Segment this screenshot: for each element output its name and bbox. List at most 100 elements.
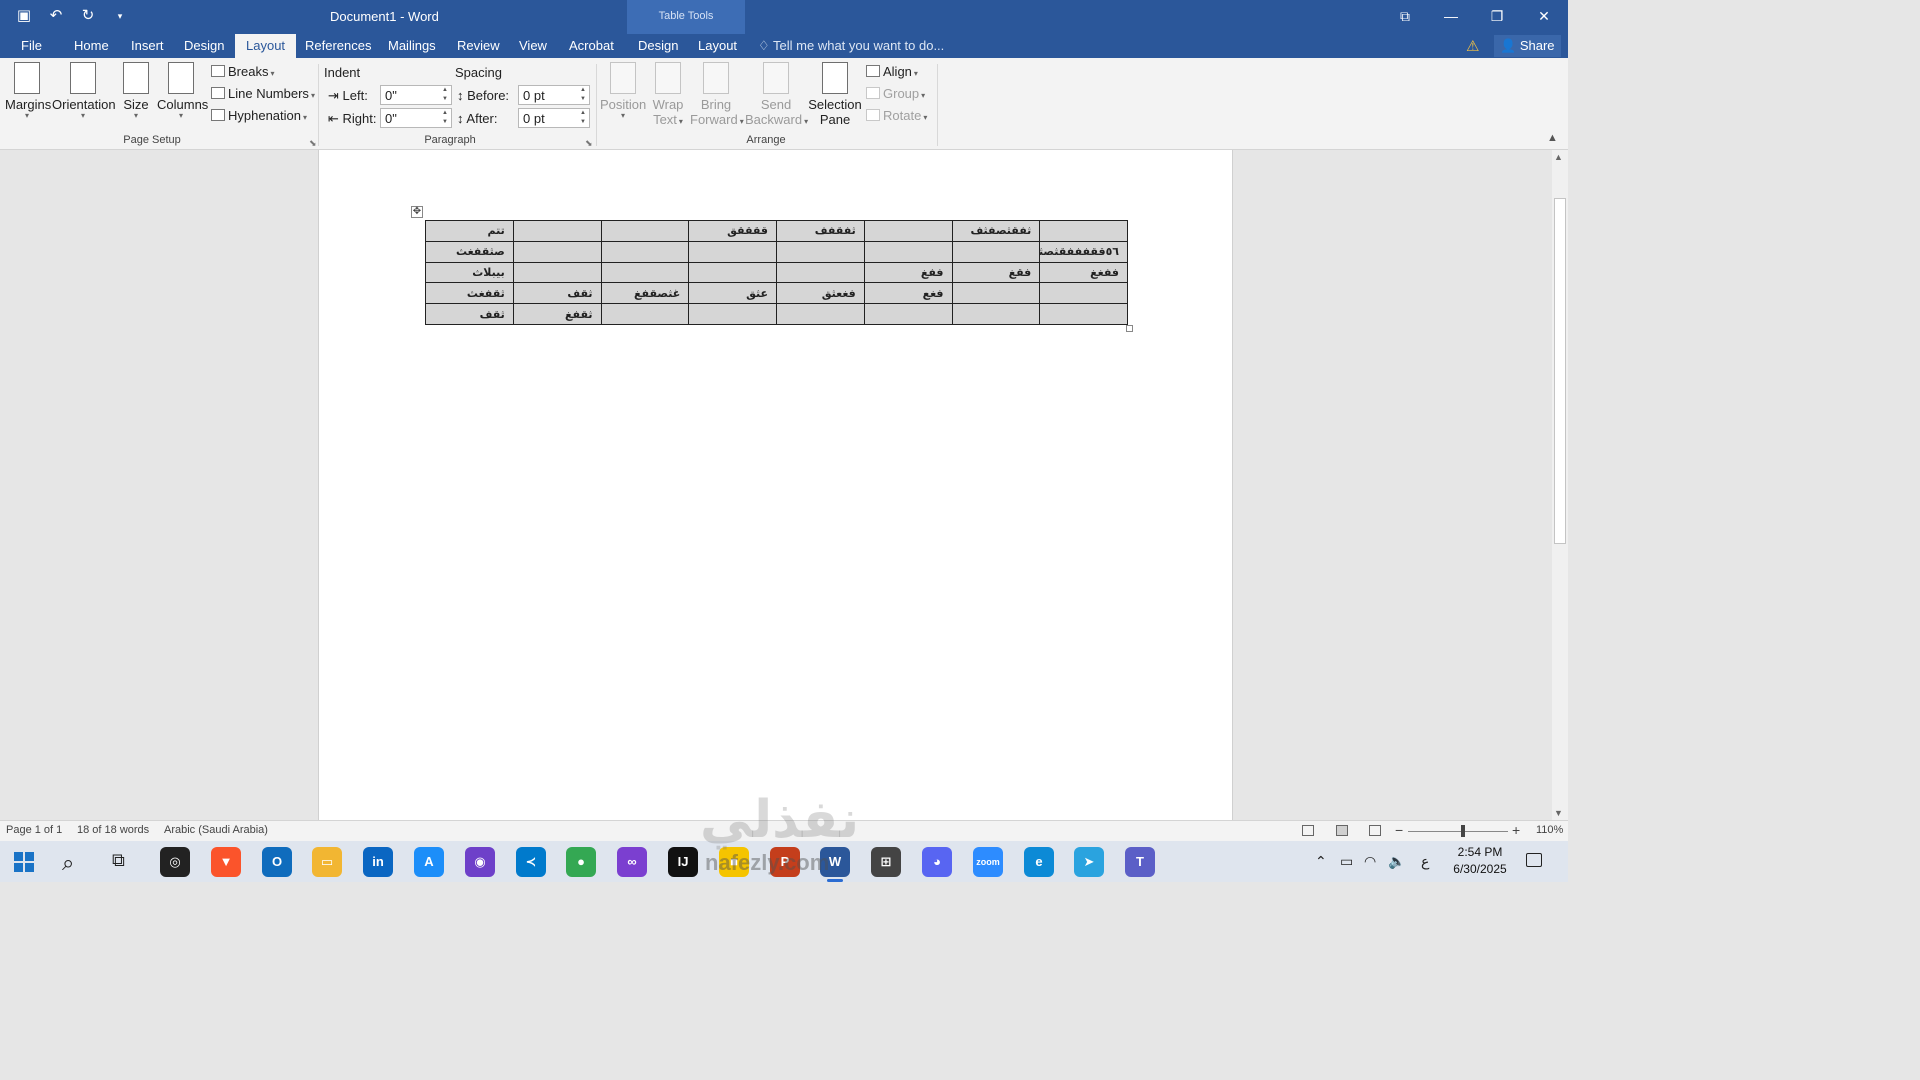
tab-design[interactable]: Design bbox=[182, 38, 226, 53]
table-cell[interactable] bbox=[600, 303, 690, 325]
table-cell[interactable]: ثقفغ bbox=[512, 303, 602, 325]
line-numbers-button[interactable]: Line Numbers ▾ bbox=[211, 86, 315, 101]
teams-icon[interactable]: T bbox=[1125, 847, 1155, 877]
table-cell[interactable] bbox=[600, 261, 690, 284]
undo-icon[interactable]: ↶ bbox=[46, 6, 66, 26]
margins-button[interactable]: Margins ▾ bbox=[5, 62, 51, 120]
web-layout-icon[interactable] bbox=[1369, 825, 1381, 836]
wifi-icon[interactable]: ◠ bbox=[1364, 853, 1376, 870]
chatgpt-icon[interactable]: ◎ bbox=[160, 847, 190, 877]
table-cell[interactable] bbox=[776, 240, 865, 263]
table-cell[interactable] bbox=[1039, 282, 1128, 305]
table-cell[interactable]: ققققق bbox=[688, 220, 777, 242]
table-cell[interactable]: ثقف bbox=[512, 282, 602, 305]
customize-qat-icon[interactable]: ▾ bbox=[110, 6, 130, 26]
linkedin-icon[interactable]: in bbox=[363, 847, 393, 877]
spinner-arrows-icon[interactable]: ▲ ▼ bbox=[580, 109, 586, 127]
columns-button[interactable]: Columns ▾ bbox=[157, 62, 208, 120]
table-resize-handle[interactable] bbox=[1126, 325, 1133, 332]
table-cell[interactable]: ثفقفف bbox=[776, 220, 865, 242]
brave-icon[interactable]: ▼ bbox=[211, 847, 241, 877]
tab-table-design[interactable]: Design bbox=[636, 38, 680, 53]
table-cell[interactable]: فقغ bbox=[951, 261, 1041, 284]
save-icon[interactable]: ▣ bbox=[14, 6, 34, 26]
tab-references[interactable]: References bbox=[303, 38, 373, 53]
table-cell[interactable] bbox=[1039, 220, 1128, 242]
document-page[interactable]: ✥ تتم قققققثفقفف ثفقثصفثف صثقفغث ٥٦ققفففقثصث… bbox=[318, 150, 1233, 820]
edge-icon[interactable]: e bbox=[1024, 847, 1054, 877]
scroll-thumb[interactable] bbox=[1554, 198, 1566, 544]
system-clock[interactable]: 2:54 PM 6/30/2025 bbox=[1446, 844, 1514, 878]
github-icon[interactable]: ◉ bbox=[465, 847, 495, 877]
intellij-icon[interactable]: IJ bbox=[668, 847, 698, 877]
table-move-handle-icon[interactable]: ✥ bbox=[411, 206, 423, 218]
app-store-icon[interactable]: A bbox=[414, 847, 444, 877]
spinner-arrows-icon[interactable]: ▲ ▼ bbox=[442, 86, 448, 104]
telegram-icon[interactable]: ➤ bbox=[1074, 847, 1104, 877]
table-cell[interactable] bbox=[863, 240, 953, 263]
table-cell[interactable]: ففغغ bbox=[1039, 261, 1128, 284]
table-cell[interactable] bbox=[951, 240, 1041, 263]
spinner-arrows-icon[interactable]: ▲ ▼ bbox=[442, 109, 448, 127]
show-hidden-icons-icon[interactable]: ⌃ bbox=[1315, 853, 1327, 870]
table-cell[interactable] bbox=[951, 282, 1041, 305]
ribbon-display-options-icon[interactable]: ⧉ bbox=[1394, 6, 1416, 26]
wrap-text-button[interactable]: Wrap Text ▾ bbox=[650, 62, 686, 127]
zoom-icon[interactable]: zoom bbox=[973, 847, 1003, 877]
table-cell[interactable] bbox=[512, 220, 602, 242]
warning-icon[interactable]: ⚠ bbox=[1466, 37, 1479, 55]
store-icon[interactable]: ⊞ bbox=[871, 847, 901, 877]
table-cell[interactable] bbox=[688, 261, 777, 284]
table-cell[interactable]: ٥٦ققفففقثصثف bbox=[1039, 240, 1128, 263]
table-cell[interactable] bbox=[951, 303, 1041, 325]
tab-insert[interactable]: Insert bbox=[129, 38, 166, 53]
battery-icon[interactable]: ▭ bbox=[1340, 853, 1353, 870]
size-button[interactable]: Size ▾ bbox=[121, 62, 151, 120]
table-cell[interactable] bbox=[863, 220, 953, 242]
tab-table-layout[interactable]: Layout bbox=[696, 38, 739, 53]
read-mode-icon[interactable] bbox=[1302, 825, 1314, 836]
spinner-arrows-icon[interactable]: ▲ ▼ bbox=[580, 86, 586, 104]
chrome-icon[interactable]: ● bbox=[566, 847, 596, 877]
table-cell[interactable] bbox=[863, 303, 953, 325]
table-cell[interactable]: ففغ bbox=[863, 261, 953, 284]
table-cell[interactable] bbox=[688, 303, 777, 325]
input-language[interactable]: ع bbox=[1421, 853, 1429, 870]
tab-layout[interactable]: Layout bbox=[235, 34, 297, 58]
collapse-ribbon-icon[interactable]: ▲ bbox=[1547, 132, 1558, 144]
spacing-before-input[interactable]: 0 pt ▲ ▼ bbox=[518, 85, 590, 105]
outlook-icon[interactable]: O bbox=[262, 847, 292, 877]
table-cell[interactable]: صثقفغث bbox=[425, 240, 514, 263]
page-count[interactable]: Page 1 of 1 bbox=[6, 824, 62, 836]
paragraph-launcher-icon[interactable]: ⬊ bbox=[585, 138, 593, 149]
table-cell[interactable]: فغع bbox=[863, 282, 953, 305]
table-cell[interactable] bbox=[776, 261, 865, 284]
print-layout-icon[interactable] bbox=[1336, 825, 1348, 836]
table-cell[interactable]: تتم bbox=[425, 220, 514, 242]
tab-view[interactable]: View bbox=[517, 38, 549, 53]
rotate-button[interactable]: Rotate ▾ bbox=[866, 108, 927, 123]
table-cell[interactable]: عثق bbox=[688, 282, 777, 305]
table-cell[interactable] bbox=[776, 303, 865, 325]
word-count[interactable]: 18 of 18 words bbox=[77, 824, 149, 836]
windows-start-icon[interactable] bbox=[14, 852, 34, 872]
table-cell[interactable]: ثفقثصفثف bbox=[951, 220, 1041, 242]
tab-mailings[interactable]: Mailings bbox=[386, 38, 438, 53]
table-cell[interactable] bbox=[512, 240, 602, 263]
send-backward-button[interactable]: Send Backward ▾ bbox=[745, 62, 808, 127]
table-cell[interactable]: غثصقفغ bbox=[600, 282, 690, 305]
visual-studio-icon[interactable]: ∞ bbox=[617, 847, 647, 877]
table-cell[interactable]: فغعثق bbox=[776, 282, 865, 305]
table-cell[interactable]: بيبلاث bbox=[425, 261, 514, 284]
table-cell[interactable]: ثقفغث bbox=[425, 282, 514, 305]
table-cell[interactable] bbox=[600, 240, 690, 263]
minimize-button[interactable]: — bbox=[1440, 6, 1462, 26]
tab-file[interactable]: File bbox=[19, 38, 44, 53]
table-cell[interactable] bbox=[688, 240, 777, 263]
selection-pane-button[interactable]: Selection Pane bbox=[808, 62, 862, 127]
search-icon[interactable]: ⌕ bbox=[62, 850, 74, 876]
indent-left-input[interactable]: 0" ▲ ▼ bbox=[380, 85, 452, 105]
close-button[interactable]: ✕ bbox=[1533, 6, 1555, 26]
table-cell[interactable] bbox=[1039, 303, 1128, 325]
task-view-icon[interactable]: ⧉ bbox=[112, 850, 125, 871]
